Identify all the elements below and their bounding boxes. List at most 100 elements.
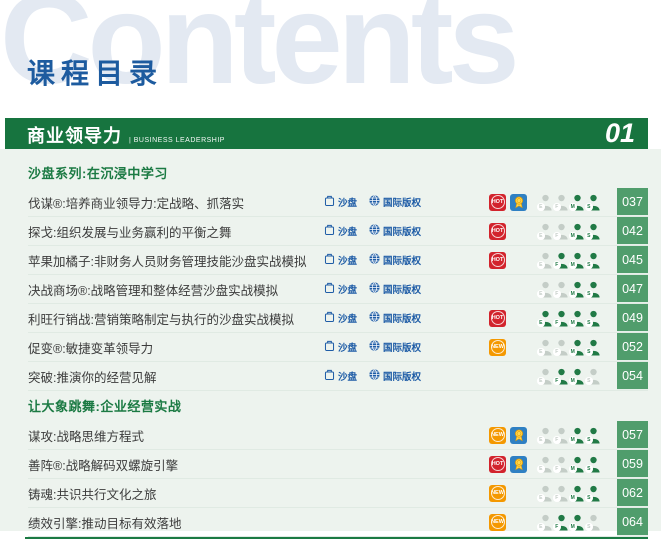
course-row[interactable]: 善阵®:战略解码双螺旋引擎 沙盘 <box>28 450 648 479</box>
audience-person-icon: M <box>569 456 585 473</box>
audience-group: E F M S <box>535 333 601 361</box>
course-row[interactable]: 绩效引擎:推动目标有效落地 沙盘 <box>28 508 648 537</box>
page-number[interactable]: 042 <box>617 217 648 245</box>
intl-copyright-tag: 国际版权 <box>369 195 421 209</box>
audience-person-icon: F <box>553 339 569 356</box>
audience-letter: E <box>537 203 545 211</box>
audience-letter: F <box>553 290 561 298</box>
sandbox-icon <box>324 311 335 326</box>
course-tags: 沙盘 国际版权 <box>324 421 489 449</box>
audience-group: E F M S <box>535 304 601 332</box>
audience-letter: M <box>569 377 577 385</box>
page-number[interactable]: 062 <box>617 479 648 507</box>
intl-copyright-tag: 国际版权 <box>369 224 421 238</box>
hot-badge: HOT <box>489 193 506 211</box>
course-tags: 沙盘 国际版权 <box>324 479 489 507</box>
intl-copyright-label: 国际版权 <box>383 256 422 267</box>
page-number[interactable]: 037 <box>617 188 648 216</box>
page-number[interactable]: 059 <box>617 450 648 478</box>
audience-person-icon: E <box>537 281 553 298</box>
audience-letter: S <box>585 261 593 269</box>
audience-letter: E <box>537 523 545 531</box>
audience-person-icon: S <box>585 456 601 473</box>
category-number: 01 <box>604 118 635 148</box>
course-row[interactable]: 铸魂:共识共行文化之旅 沙盘 <box>28 479 648 508</box>
hot-badge: HOT <box>489 222 506 240</box>
sandbox-label: 沙盘 <box>338 372 358 383</box>
badge-group <box>489 275 535 303</box>
audience-person-icon: F <box>553 281 569 298</box>
audience-person-icon: E <box>537 368 553 385</box>
audience-letter: S <box>585 494 593 502</box>
course-title: 铸魂:共识共行文化之旅 <box>28 487 157 502</box>
audience-letter: M <box>569 494 577 502</box>
badge-group: NEW <box>489 479 535 507</box>
course-row[interactable]: 探戈:组织发展与业务赢利的平衡之舞 沙盘 国际版权 HOT E F M S 04… <box>28 217 648 246</box>
audience-letter: F <box>553 261 561 269</box>
audience-group: E F M S <box>535 275 601 303</box>
audience-letter: E <box>537 436 545 444</box>
course-tags: 沙盘 国际版权 <box>324 275 489 303</box>
page-number[interactable]: 054 <box>617 362 648 390</box>
course-tags: 沙盘 国际版权 <box>324 450 489 478</box>
audience-group: E F M S <box>535 479 601 507</box>
audience-person-icon: S <box>585 194 601 211</box>
sandbox-icon <box>324 369 335 384</box>
audience-person-icon: S <box>585 514 601 531</box>
audience-person-icon: M <box>569 281 585 298</box>
badge-group: HOT <box>489 304 535 332</box>
badge-group: HOT <box>489 450 535 478</box>
audience-letter: E <box>537 377 545 385</box>
page-number[interactable]: 047 <box>617 275 648 303</box>
audience-person-icon: E <box>537 339 553 356</box>
audience-person-icon: F <box>553 310 569 327</box>
sandbox-tag: 沙盘 <box>324 369 357 384</box>
course-row[interactable]: 苹果加橘子:非财务人员财务管理技能沙盘实战模拟 沙盘 国际版权 HOT E F … <box>28 246 648 275</box>
page-number[interactable]: 049 <box>617 304 648 332</box>
audience-letter: M <box>569 261 577 269</box>
course-row[interactable]: 利旺行销战:营销策略制定与执行的沙盘实战模拟 沙盘 国际版权 HOT E F M… <box>28 304 648 333</box>
audience-person-icon: M <box>569 368 585 385</box>
intl-copyright-label: 国际版权 <box>383 343 422 354</box>
award-medal-badge <box>510 426 527 444</box>
sandbox-tag: 沙盘 <box>324 311 357 326</box>
audience-letter: M <box>569 290 577 298</box>
audience-letter: F <box>553 436 561 444</box>
page-number[interactable]: 045 <box>617 246 648 274</box>
audience-person-icon: E <box>537 427 553 444</box>
badge-group: NEW <box>489 508 535 536</box>
sandbox-label: 沙盘 <box>338 285 358 296</box>
course-row[interactable]: 决战商场®:战略管理和整体经营沙盘实战模拟 沙盘 国际版权 E F M S 04… <box>28 275 648 304</box>
audience-letter: E <box>537 494 545 502</box>
audience-person-icon: S <box>585 281 601 298</box>
audience-letter: S <box>585 465 593 473</box>
audience-person-icon: S <box>585 252 601 269</box>
course-title: 谋攻:战略思维方程式 <box>28 429 144 444</box>
audience-person-icon: S <box>585 339 601 356</box>
audience-letter: E <box>537 261 545 269</box>
sandbox-label: 沙盘 <box>338 256 358 267</box>
course-title: 探戈:组织发展与业务赢利的平衡之舞 <box>28 225 232 240</box>
audience-person-icon: E <box>537 456 553 473</box>
page-number[interactable]: 057 <box>617 421 648 449</box>
course-row[interactable]: 伐谋®:培养商业领导力:定战略、抓落实 沙盘 国际版权 HOT E F M S … <box>28 188 648 217</box>
audience-person-icon: F <box>553 223 569 240</box>
category-bar: 商业领导力 | BUSINESS LEADERSHIP 01 <box>5 118 648 149</box>
audience-letter: F <box>553 494 561 502</box>
audience-person-icon: S <box>585 368 601 385</box>
audience-letter: F <box>553 465 561 473</box>
course-row[interactable]: 谋攻:战略思维方程式 沙盘 <box>28 421 648 450</box>
course-row[interactable]: 促变®:敏捷变革领导力 沙盘 国际版权 NEW E F M S 052 <box>28 333 648 362</box>
intl-copyright-tag: 国际版权 <box>369 282 421 296</box>
audience-person-icon: F <box>553 485 569 502</box>
page-number[interactable]: 064 <box>617 508 648 536</box>
audience-person-icon: E <box>537 252 553 269</box>
page-number[interactable]: 052 <box>617 333 648 361</box>
section-title: 沙盘系列:在沉浸中学习 <box>28 166 168 181</box>
sandbox-tag: 沙盘 <box>324 340 357 355</box>
intl-copyright-label: 国际版权 <box>383 314 422 325</box>
course-row[interactable]: 突破:推演你的经营见解 沙盘 国际版权 E F M S 054 <box>28 362 648 391</box>
sandbox-icon <box>324 195 335 210</box>
course-tags: 沙盘 国际版权 <box>324 362 489 390</box>
hot-badge: HOT <box>489 251 506 269</box>
